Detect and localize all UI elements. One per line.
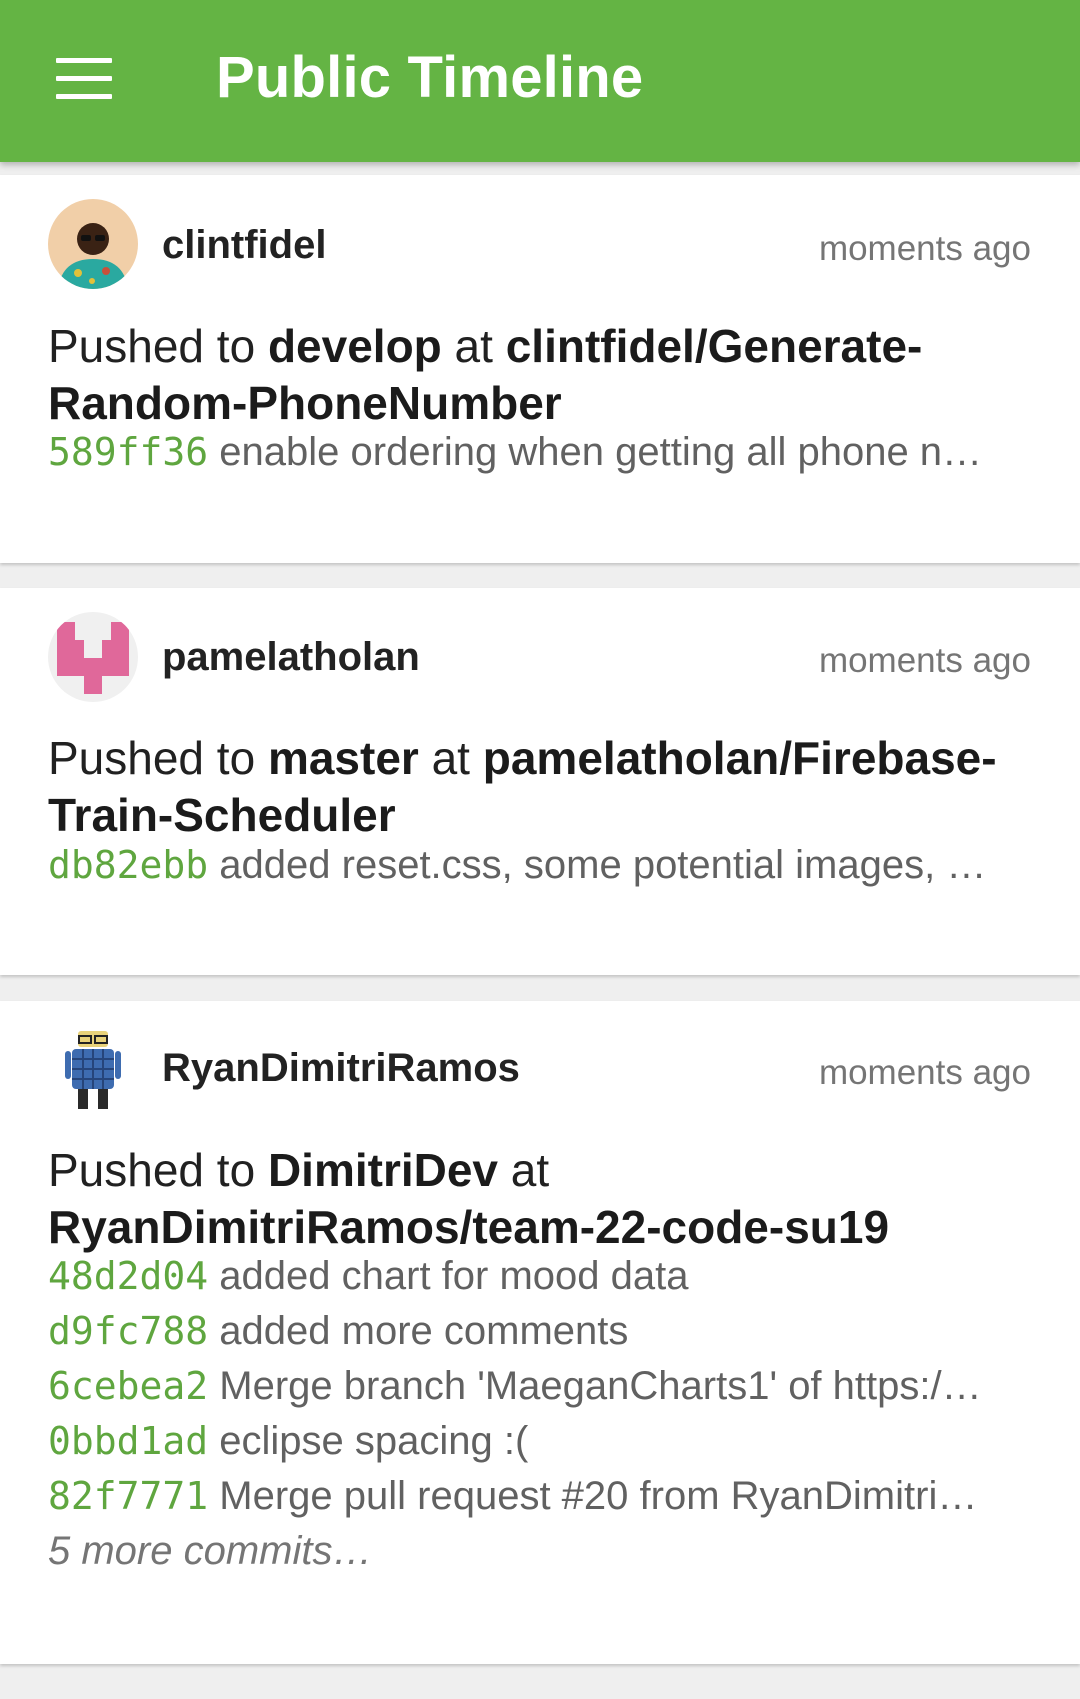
branch-name[interactable]: develop	[268, 320, 442, 372]
push-description: Pushed to DimitriDev at RyanDimitriRamos…	[48, 1142, 1038, 1256]
commit-message: added chart for mood data	[219, 1254, 689, 1298]
push-at: at	[441, 320, 506, 372]
commit-message: enable ordering when getting all phone n…	[219, 430, 983, 474]
push-at: at	[418, 732, 483, 784]
commit-list: 48d2d04 added chart for mood data d9fc78…	[48, 1249, 1028, 1579]
commit-item[interactable]: 48d2d04 added chart for mood data	[48, 1249, 1028, 1304]
commit-item[interactable]: db82ebb added reset.css, some potential …	[48, 838, 1028, 893]
avatar-image	[65, 1031, 121, 1109]
push-prefix: Pushed to	[48, 732, 268, 784]
username[interactable]: pamelatholan	[162, 635, 420, 680]
commit-item[interactable]: 82f7771 Merge pull request #20 from Ryan…	[48, 1469, 1028, 1524]
event-card[interactable]: clintfidel moments ago Pushed to develop…	[0, 175, 1080, 563]
commit-sha[interactable]: 48d2d04	[48, 1254, 208, 1298]
commit-message: added more comments	[219, 1309, 629, 1353]
commit-sha[interactable]: 0bbd1ad	[48, 1419, 208, 1463]
commit-list: 589ff36 enable ordering when getting all…	[48, 425, 1028, 480]
timestamp: moments ago	[818, 229, 1031, 268]
more-commits-link[interactable]: 5 more commits…	[48, 1524, 1028, 1579]
avatar[interactable]	[48, 612, 138, 702]
timestamp: moments ago	[818, 1053, 1031, 1092]
commit-list: db82ebb added reset.css, some potential …	[48, 838, 1028, 893]
push-prefix: Pushed to	[48, 1144, 268, 1196]
event-card[interactable]: pamelatholan moments ago Pushed to maste…	[0, 588, 1080, 975]
commit-sha[interactable]: 6cebea2	[48, 1364, 208, 1408]
menu-icon[interactable]	[56, 58, 112, 100]
commit-item[interactable]: 6cebea2 Merge branch 'MaeganCharts1' of …	[48, 1359, 1028, 1414]
commit-item[interactable]: d9fc788 added more comments	[48, 1304, 1028, 1359]
commit-message: added reset.css, some potential images, …	[219, 843, 987, 887]
username[interactable]: clintfidel	[162, 223, 326, 268]
timestamp: moments ago	[818, 641, 1031, 680]
commit-message: Merge pull request #20 from RyanDimitri…	[219, 1474, 978, 1518]
commit-message: eclipse spacing :(	[219, 1419, 529, 1463]
avatar[interactable]	[48, 199, 138, 289]
commit-sha[interactable]: 589ff36	[48, 430, 208, 474]
commit-sha[interactable]: 82f7771	[48, 1474, 208, 1518]
page-title: Public Timeline	[216, 45, 644, 110]
commit-sha[interactable]: db82ebb	[48, 843, 208, 887]
repo-name[interactable]: RyanDimitriRamos/team-22-code-su19	[48, 1201, 889, 1253]
app-bar: Public Timeline	[0, 0, 1080, 162]
event-card[interactable]: RyanDimitriRamos moments ago Pushed to D…	[0, 1001, 1080, 1664]
branch-name[interactable]: DimitriDev	[268, 1144, 498, 1196]
avatar[interactable]	[48, 1025, 138, 1115]
push-description: Pushed to master at pamelatholan/Firebas…	[48, 730, 1038, 844]
avatar-image	[58, 223, 128, 289]
commit-sha[interactable]: d9fc788	[48, 1309, 208, 1353]
commit-message: Merge branch 'MaeganCharts1' of https:/…	[219, 1364, 982, 1408]
avatar-image	[57, 622, 129, 694]
push-at: at	[498, 1144, 550, 1196]
username[interactable]: RyanDimitriRamos	[162, 1046, 520, 1091]
push-description: Pushed to develop at clintfidel/Generate…	[48, 318, 1038, 432]
push-prefix: Pushed to	[48, 320, 268, 372]
commit-item[interactable]: 589ff36 enable ordering when getting all…	[48, 425, 1028, 480]
branch-name[interactable]: master	[268, 732, 419, 784]
commit-item[interactable]: 0bbd1ad eclipse spacing :(	[48, 1414, 1028, 1469]
